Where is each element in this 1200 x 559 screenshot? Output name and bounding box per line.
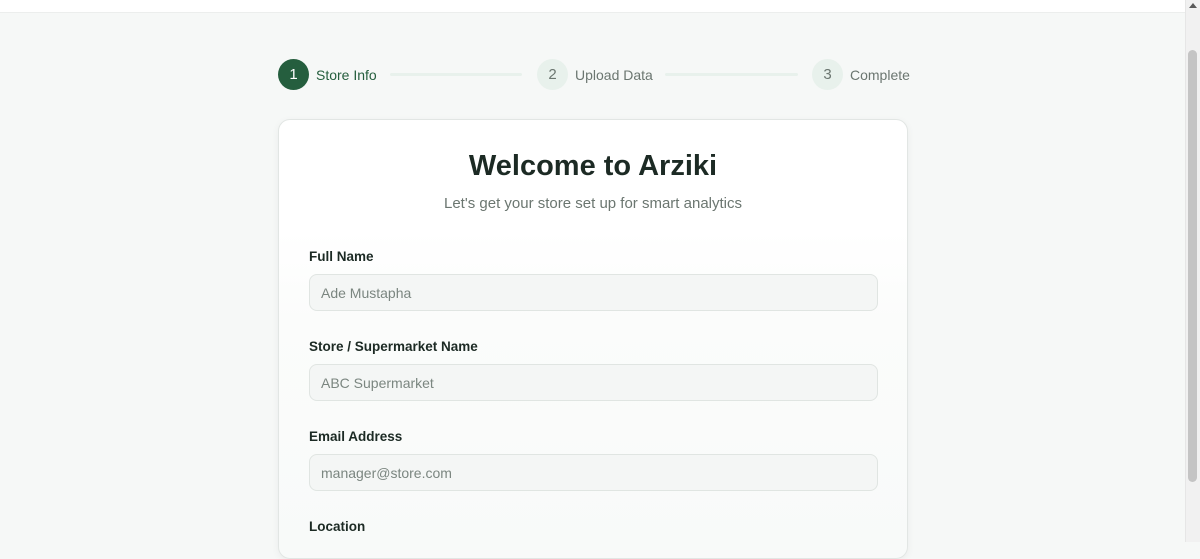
- scrollbar-thumb[interactable]: [1188, 50, 1197, 482]
- scroll-up-arrow-icon[interactable]: [1189, 3, 1197, 8]
- email-label: Email Address: [309, 429, 403, 444]
- onboarding-stepper: 1 Store Info 2 Upload Data 3 Complete: [278, 59, 910, 90]
- step-1-circle: 1: [278, 59, 309, 90]
- step-connector-2: [665, 73, 798, 76]
- email-input[interactable]: [309, 454, 878, 491]
- full-name-input[interactable]: [309, 274, 878, 311]
- step-3-circle: 3: [812, 59, 843, 90]
- location-label: Location: [309, 519, 366, 534]
- step-3-label: Complete: [850, 66, 910, 83]
- step-1-label: Store Info: [316, 66, 377, 83]
- step-store-info[interactable]: 1 Store Info: [278, 59, 377, 90]
- step-upload-data[interactable]: 2 Upload Data: [537, 59, 653, 90]
- step-complete[interactable]: 3 Complete: [812, 59, 910, 90]
- store-setup-card: Welcome to Arziki Let's get your store s…: [278, 119, 908, 559]
- store-name-input[interactable]: [309, 364, 878, 401]
- store-name-label: Store / Supermarket Name: [309, 339, 478, 354]
- page-title: Welcome to Arziki: [468, 150, 718, 182]
- full-name-label: Full Name: [309, 249, 374, 264]
- browser-top-strip: [0, 0, 1186, 13]
- step-connector-1: [390, 73, 522, 76]
- page-subtitle: Let's get your store set up for smart an…: [444, 195, 742, 212]
- step-2-label: Upload Data: [575, 66, 653, 83]
- step-2-circle: 2: [537, 59, 568, 90]
- page-scrollbar[interactable]: [1185, 0, 1200, 542]
